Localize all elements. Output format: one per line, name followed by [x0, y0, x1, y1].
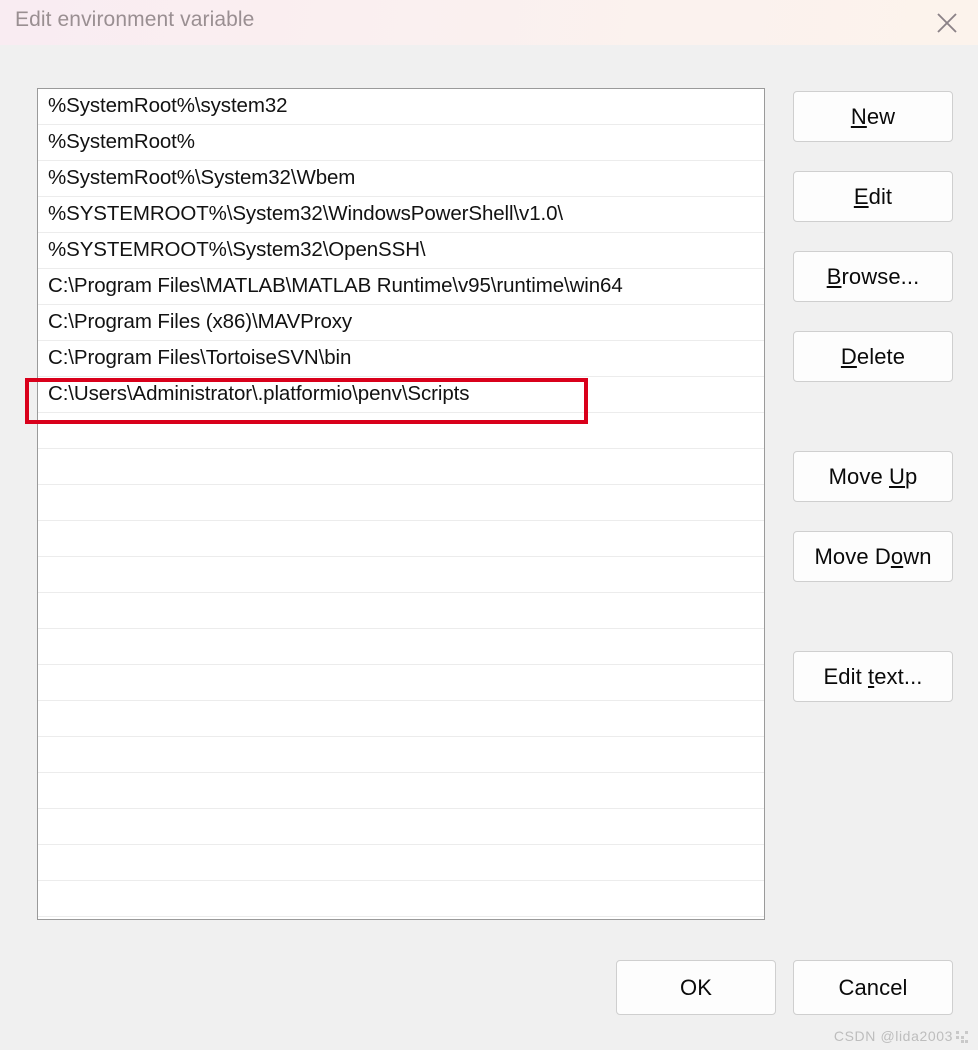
- watermark: CSDN @lida2003: [834, 1028, 968, 1044]
- path-list-item-empty[interactable]: [38, 629, 764, 665]
- move-down-button-label: Move Down: [814, 543, 932, 569]
- path-list-item-label: C:\Program Files\TortoiseSVN\bin: [48, 346, 352, 370]
- path-list-item-label: %SystemRoot%\System32\Wbem: [48, 166, 356, 190]
- move-down-button[interactable]: Move Down: [793, 531, 953, 582]
- window-title: Edit environment variable: [15, 8, 255, 31]
- path-list-item-empty[interactable]: [38, 701, 764, 737]
- path-list-item-empty[interactable]: [38, 845, 764, 881]
- path-list-item[interactable]: %SYSTEMROOT%\System32\OpenSSH\: [38, 233, 764, 269]
- path-list-item[interactable]: %SystemRoot%\System32\Wbem: [38, 161, 764, 197]
- path-list-item-label: C:\Program Files\MATLAB\MATLAB Runtime\v…: [48, 274, 623, 298]
- path-list-item-label: %SystemRoot%\system32: [48, 94, 288, 118]
- edit-text-button[interactable]: Edit text...: [793, 651, 953, 702]
- path-list-item-empty[interactable]: [38, 413, 764, 449]
- browse-button[interactable]: Browse...: [793, 251, 953, 302]
- path-list-item-label: %SystemRoot%: [48, 130, 195, 154]
- path-list-item-empty[interactable]: [38, 773, 764, 809]
- path-list-item-label: C:\Program Files (x86)\MAVProxy: [48, 310, 353, 334]
- close-button[interactable]: [916, 0, 978, 45]
- path-list[interactable]: %SystemRoot%\system32 %SystemRoot% %System…: [37, 88, 765, 920]
- path-list-item[interactable]: C:\Program Files (x86)\MAVProxy: [38, 305, 764, 341]
- cancel-button-label: Cancel: [838, 974, 908, 1000]
- new-button[interactable]: New: [793, 91, 953, 142]
- path-list-item[interactable]: C:\Users\Administrator\.platformio\penv\…: [38, 377, 764, 413]
- watermark-text: CSDN @lida2003: [833, 1028, 953, 1044]
- browse-button-label: Browse...: [826, 263, 920, 289]
- edit-button[interactable]: Edit: [793, 171, 953, 222]
- path-list-item-label: %SYSTEMROOT%\System32\WindowsPowerShell\…: [48, 202, 563, 226]
- path-list-item[interactable]: C:\Program Files\MATLAB\MATLAB Runtime\v…: [38, 269, 764, 305]
- path-list-item[interactable]: %SystemRoot%\system32: [38, 89, 764, 125]
- cancel-button[interactable]: Cancel: [793, 960, 953, 1015]
- edit-text-button-label: Edit text...: [823, 663, 923, 689]
- edit-button-label: Edit: [853, 183, 893, 209]
- path-list-item-empty[interactable]: [38, 485, 764, 521]
- delete-button-label: Delete: [840, 343, 906, 369]
- edit-environment-variable-dialog: Edit environment variable %SystemRoot%\s…: [0, 0, 978, 1050]
- path-list-item-empty[interactable]: [38, 521, 764, 557]
- title-bar: Edit environment variable: [0, 0, 978, 45]
- move-up-button[interactable]: Move Up: [793, 451, 953, 502]
- path-list-item[interactable]: C:\Program Files\TortoiseSVN\bin: [38, 341, 764, 377]
- path-list-item[interactable]: %SYSTEMROOT%\System32\WindowsPowerShell\…: [38, 197, 764, 233]
- path-list-item-label: %SYSTEMROOT%\System32\OpenSSH\: [48, 238, 426, 262]
- path-list-item-empty[interactable]: [38, 449, 764, 485]
- path-list-item-empty[interactable]: [38, 737, 764, 773]
- delete-button[interactable]: Delete: [793, 331, 953, 382]
- new-button-label: New: [850, 103, 896, 129]
- path-list-item-empty[interactable]: [38, 881, 764, 917]
- csdn-logo-icon: [956, 1031, 968, 1043]
- path-list-item-empty[interactable]: [38, 557, 764, 593]
- ok-button-label: OK: [680, 974, 712, 1000]
- path-list-item-empty[interactable]: [38, 665, 764, 701]
- path-list-item-label: C:\Users\Administrator\.platformio\penv\…: [48, 382, 470, 406]
- close-icon: [934, 10, 960, 36]
- move-up-button-label: Move Up: [828, 463, 918, 489]
- path-list-item[interactable]: %SystemRoot%: [38, 125, 764, 161]
- path-list-item-empty[interactable]: [38, 809, 764, 845]
- path-list-item-empty[interactable]: [38, 593, 764, 629]
- ok-button[interactable]: OK: [616, 960, 776, 1015]
